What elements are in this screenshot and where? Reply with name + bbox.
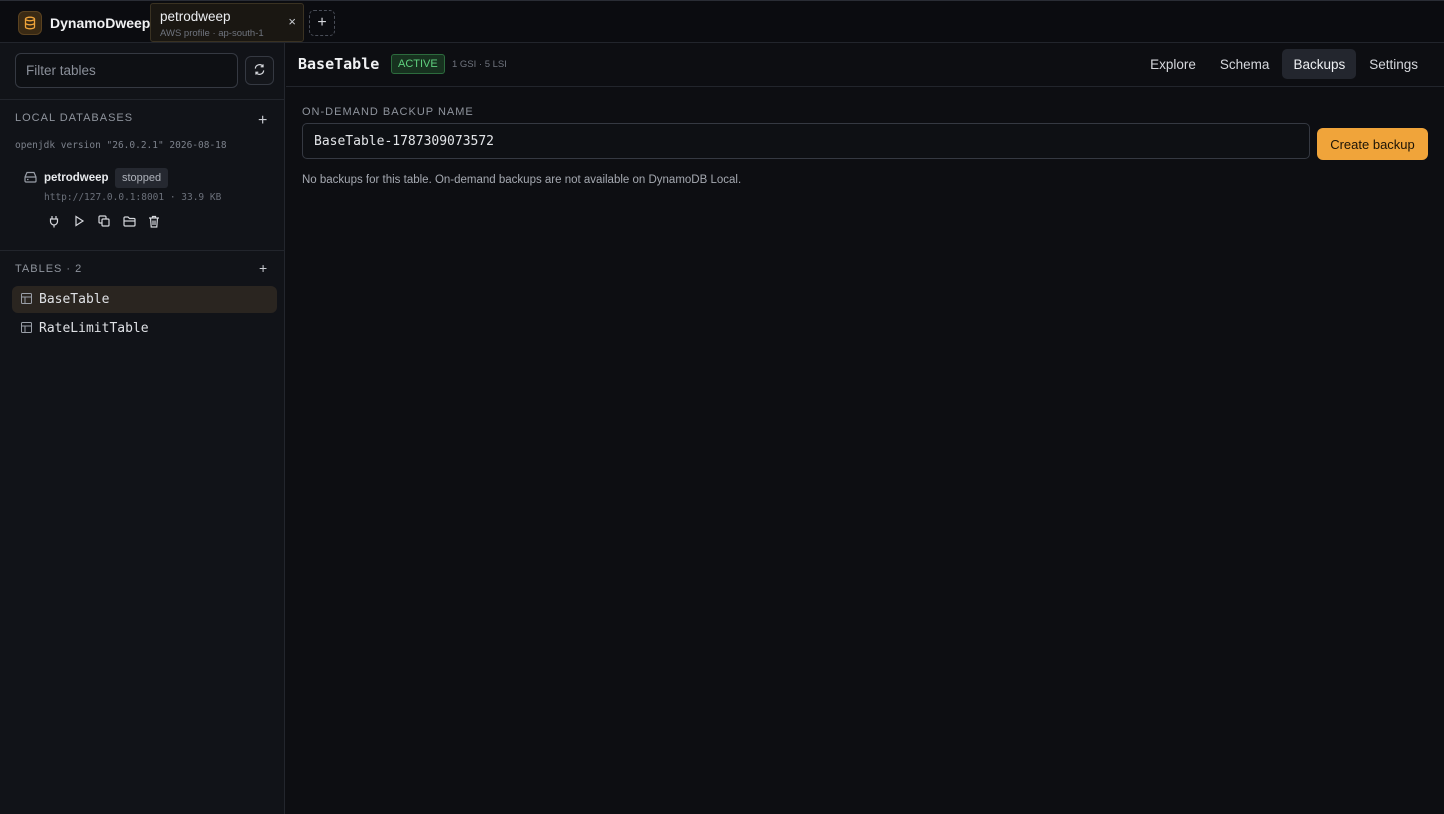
backup-name-label: ON-DEMAND BACKUP NAME (302, 106, 474, 118)
tab-backups[interactable]: Backups (1282, 49, 1357, 79)
tables-title: TABLES · 2 (15, 263, 83, 275)
main-panel: BaseTable ACTIVE 1 GSI · 5 LSI Explore S… (286, 43, 1444, 814)
app-name: DynamoDweep (50, 15, 151, 31)
database-status-badge: stopped (115, 168, 169, 188)
server-icon (24, 171, 37, 186)
table-item-label: RateLimitTable (39, 321, 149, 336)
divider (0, 99, 285, 100)
divider (0, 250, 285, 251)
filter-field[interactable] (15, 53, 238, 88)
play-icon[interactable] (71, 213, 87, 229)
tab-explore[interactable]: Explore (1139, 49, 1207, 79)
database-name[interactable]: petrodweep (44, 172, 109, 184)
tab-settings[interactable]: Settings (1358, 49, 1429, 79)
backup-name-input[interactable] (302, 123, 1310, 159)
filter-input[interactable] (26, 63, 216, 78)
close-icon[interactable]: × (288, 14, 296, 29)
database-actions (46, 213, 162, 229)
tab-title: petrodweep (160, 9, 231, 24)
tab-subtitle: AWS profile · ap-south-1 (160, 28, 264, 39)
database-icon (18, 11, 42, 35)
table-item-label: BaseTable (39, 292, 110, 307)
refresh-button[interactable] (245, 56, 274, 85)
refresh-icon (253, 63, 266, 79)
page-title: BaseTable (298, 55, 380, 73)
trash-icon[interactable] (146, 213, 162, 229)
table-icon (21, 292, 32, 307)
new-tab-button[interactable]: + (309, 10, 335, 36)
plug-icon[interactable] (46, 213, 62, 229)
top-bar: DynamoDweep petrodweep AWS profile · ap-… (0, 0, 1444, 43)
create-backup-button[interactable]: Create backup (1317, 128, 1428, 160)
table-icon (21, 321, 32, 336)
sidebar: LOCAL DATABASES + openjdk version "26.0.… (0, 43, 285, 814)
local-databases-title: LOCAL DATABASES (15, 112, 134, 124)
table-item-basetable[interactable]: BaseTable (12, 286, 277, 313)
table-header: BaseTable ACTIVE 1 GSI · 5 LSI Explore S… (286, 43, 1444, 87)
database-url: http://127.0.0.1:8001 · 33.9 KB (44, 192, 222, 203)
tab-schema[interactable]: Schema (1209, 49, 1281, 79)
backup-note: No backups for this table. On-demand bac… (302, 174, 742, 186)
status-badge: ACTIVE (391, 54, 445, 74)
copy-icon[interactable] (96, 213, 112, 229)
index-info: 1 GSI · 5 LSI (452, 59, 507, 70)
table-item-ratelimittable[interactable]: RateLimitTable (12, 315, 277, 342)
java-version: openjdk version "26.0.2.1" 2026-08-18 (15, 140, 227, 151)
brand: DynamoDweep (18, 10, 150, 36)
table-nav: Explore Schema Backups Settings (1139, 49, 1429, 79)
folder-icon[interactable] (121, 213, 137, 229)
add-database-icon[interactable]: + (258, 112, 267, 130)
connection-tab[interactable]: petrodweep AWS profile · ap-south-1 × (150, 3, 304, 42)
add-table-icon[interactable]: + (259, 260, 267, 276)
